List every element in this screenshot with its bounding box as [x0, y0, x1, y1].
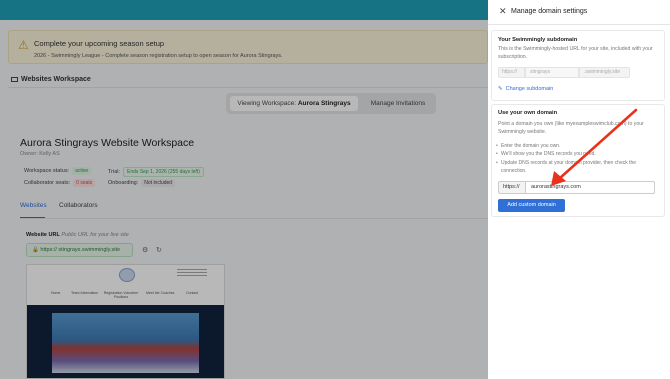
- custom-domain-description: Point a domain you own (like myexamplesw…: [498, 121, 644, 135]
- custom-domain-card: Use your own domain Point a domain you o…: [491, 104, 665, 217]
- subdomain-value: stingrays: [525, 67, 579, 78]
- subdomain-card: Your Swimmingly subdomain This is the Sw…: [491, 30, 665, 101]
- custom-domain-heading: Use your own domain: [498, 110, 558, 116]
- instruction-item: Enter the domain you own.: [496, 143, 661, 151]
- add-custom-domain-button[interactable]: Add custom domain: [498, 199, 565, 212]
- instruction-item: We'll show you the DNS records you need.: [496, 151, 661, 159]
- drawer-title: Manage domain settings: [511, 8, 588, 15]
- subdomain-field: https:// stingrays .swimmingly.site: [498, 67, 630, 78]
- domain-prefix: https://: [498, 181, 526, 194]
- subdomain-suffix: .swimmingly.site: [579, 67, 630, 78]
- domain-input[interactable]: aurorastingrays.com: [526, 181, 655, 194]
- change-subdomain-link[interactable]: ✎ Change subdomain: [498, 86, 553, 92]
- subdomain-description: This is the Swimmingly-hosted URL for yo…: [498, 46, 653, 60]
- subdomain-heading: Your Swimmingly subdomain: [498, 37, 578, 43]
- divider: [488, 24, 670, 25]
- custom-domain-field: https:// aurorastingrays.com: [498, 181, 655, 194]
- pencil-icon: ✎: [498, 86, 503, 92]
- domain-settings-drawer: ✕ Manage domain settings Your Swimmingly…: [488, 0, 670, 379]
- subdomain-prefix: https://: [498, 67, 525, 78]
- close-icon[interactable]: ✕: [499, 6, 507, 17]
- instruction-item: Update DNS records at your domain provid…: [496, 160, 661, 175]
